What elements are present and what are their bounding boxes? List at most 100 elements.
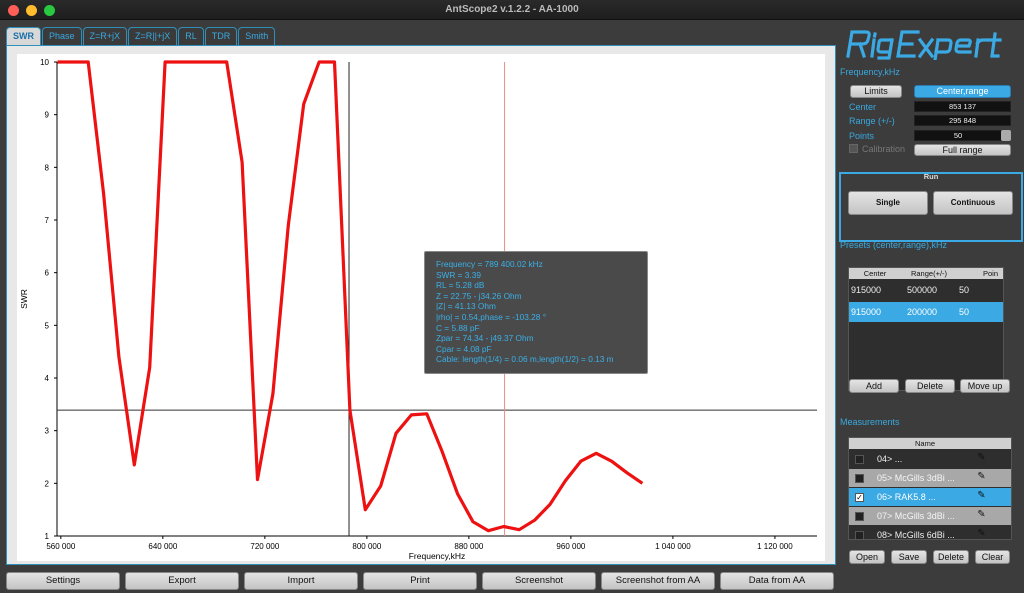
y-tick-label: 8 [45, 163, 50, 172]
measurement-row[interactable]: 04> ... ✎ [849, 450, 1011, 468]
x-tick-label: 720 000 [250, 542, 279, 551]
chart-tabs: SWR Phase Z=R+jX Z=R||+jX RL TDR Smith [6, 27, 276, 45]
export-button[interactable]: Export [125, 572, 239, 590]
delete-preset-button[interactable]: Delete [905, 379, 955, 393]
x-tick-label: 1 120 000 [757, 542, 793, 551]
y-tick-label: 4 [45, 374, 50, 383]
move-up-preset-button[interactable]: Move up [960, 379, 1010, 393]
measurement-name: 04> ... [877, 454, 903, 464]
center-label: Center [849, 102, 877, 112]
x-tick-label: 800 000 [352, 542, 381, 551]
x-tick-label: 1 040 000 [655, 542, 691, 551]
measurement-checkbox[interactable]: ✓ [855, 493, 864, 502]
tab-z-r-jx[interactable]: Z=R||+jX [128, 27, 178, 45]
y-tick-label: 2 [45, 479, 50, 488]
continuous-run-button[interactable]: Continuous [933, 191, 1013, 215]
preset-cell: 915000 [851, 307, 882, 317]
x-tick-label: 560 000 [46, 542, 75, 551]
tooltip-line: RL = 5.28 dB [436, 280, 485, 291]
plot-frame: 1 2 3 4 5 6 7 8 9 10 560 000 640 000 720 000 800 000 8… [6, 45, 836, 565]
edit-pencil-icon[interactable]: ✎ [975, 452, 988, 466]
edit-pencil-icon[interactable]: ✎ [975, 490, 988, 504]
tab-phase[interactable]: Phase [42, 27, 82, 45]
settings-button[interactable]: Settings [6, 572, 120, 590]
full-range-button[interactable]: Full range [914, 144, 1011, 156]
measurement-name: 05> McGills 3dBi ... [877, 473, 955, 483]
open-measurement-button[interactable]: Open [849, 550, 885, 564]
measurement-checkbox[interactable] [855, 512, 864, 521]
right-panel: Frequency,kHz Limits Center,range Center… [838, 20, 1024, 570]
x-tick-label: 960 000 [556, 542, 585, 551]
limits-button[interactable]: Limits [850, 85, 902, 98]
tab-z-r-jx[interactable]: Z=R+jX [82, 27, 128, 45]
measurement-row[interactable]: 08> McGills 6dBi ... ✎ [849, 526, 1011, 540]
x-tick-label: 640 000 [148, 542, 177, 551]
preset-cell: 50 [959, 307, 970, 317]
edit-pencil-icon[interactable]: ✎ [975, 528, 988, 539]
screenshot-button[interactable]: Screenshot [482, 572, 596, 590]
preset-cell: 50 [959, 285, 970, 295]
points-stepper[interactable] [1001, 130, 1011, 141]
tooltip-line: |rho| = 0.54,phase = -103.28 ° [436, 311, 547, 322]
preset-cell: 915000 [851, 285, 882, 295]
delete-measurement-button[interactable]: Delete [933, 550, 969, 564]
measurement-checkbox[interactable] [855, 455, 864, 464]
measurement-tooltip: Frequency = 789 400.02 kHz SWR = 3.39 RL =… [424, 251, 648, 374]
y-axis-label: SWR [19, 289, 29, 309]
presets-section-title: Presets (center,range),kHz [840, 240, 948, 250]
edit-pencil-icon[interactable]: ✎ [975, 509, 988, 523]
range-field[interactable]: 295 848 [914, 115, 1011, 126]
measurement-name: 08> McGills 6dBi ... [877, 530, 955, 540]
tab-rl[interactable]: RL [178, 27, 204, 45]
import-button[interactable]: Import [244, 572, 358, 590]
measurement-checkbox[interactable] [855, 474, 864, 483]
y-tick-label: 5 [45, 321, 50, 330]
measurement-name: 06> RAK5.8 ... [877, 492, 936, 502]
measurement-row[interactable]: ✓ 06> RAK5.8 ... ✎ [849, 488, 1011, 506]
clear-measurements-button[interactable]: Clear [975, 550, 1010, 564]
tooltip-line: Frequency = 789 400.02 kHz [436, 259, 543, 269]
print-button[interactable]: Print [363, 572, 477, 590]
calibration-label: Calibration [862, 144, 906, 154]
rigexpert-logo [846, 30, 1002, 60]
edit-pencil-icon[interactable]: ✎ [975, 471, 988, 485]
tooltip-line: Cable: length(1/4) = 0.06 m,length(1/2) … [436, 354, 614, 365]
calibration-checkbox[interactable] [849, 144, 858, 153]
tooltip-line: SWR = 3.39 [436, 269, 481, 280]
measurement-row[interactable]: 05> McGills 3dBi ... ✎ [849, 469, 1011, 487]
tab-smith[interactable]: Smith [238, 27, 276, 45]
data-from-aa-button[interactable]: Data from AA [720, 572, 834, 590]
center-range-button[interactable]: Center,range [914, 85, 1011, 98]
window-title: AntScope2 v.1.2.2 - AA-1000 [445, 4, 579, 15]
preset-cell: 500000 [907, 285, 938, 295]
measurements-header-name: Name [914, 439, 935, 448]
range-label: Range (+/-) [849, 116, 895, 126]
preset-row[interactable]: 915000 500000 50 [849, 280, 1003, 300]
x-tick-label: 880 000 [454, 542, 483, 551]
swr-chart-svg: 1 2 3 4 5 6 7 8 9 10 560 000 640 000 720 000 800 000 8… [19, 58, 817, 561]
run-title: Run [923, 172, 939, 181]
screenshot-from-aa-button[interactable]: Screenshot from AA [601, 572, 715, 590]
tab-tdr[interactable]: TDR [204, 27, 238, 45]
preset-row[interactable]: 915000 200000 50 [849, 302, 1003, 322]
tab-swr[interactable]: SWR [6, 27, 41, 45]
center-field[interactable]: 853 137 [914, 101, 1011, 112]
single-run-button[interactable]: Single [848, 191, 928, 215]
tooltip-line: Z = 22.75 - j34.26 Ohm [436, 290, 522, 301]
measurement-checkbox[interactable] [855, 531, 864, 539]
measurements-table[interactable]: Name 04> ... ✎ 05> McGills 3dBi ... ✎ ✓ 06> R… [848, 437, 1012, 540]
y-tick-label: 9 [45, 111, 50, 120]
points-field[interactable]: 50 [914, 130, 1002, 141]
tooltip-line: Cpar = 4.08 pF [436, 343, 492, 354]
frequency-section-title: Frequency,kHz [840, 67, 900, 77]
x-axis-label: Frequency,kHz [409, 551, 466, 561]
presets-header-points: Poin [983, 269, 999, 278]
add-preset-button[interactable]: Add [849, 379, 899, 393]
swr-chart[interactable]: 1 2 3 4 5 6 7 8 9 10 560 000 640 000 720 000 800 000 8… [17, 54, 825, 561]
measurement-row[interactable]: 07> McGills 3dBi ... ✎ [849, 507, 1011, 525]
save-measurement-button[interactable]: Save [891, 550, 927, 564]
points-label: Points [849, 131, 875, 141]
measurements-section-title: Measurements [840, 417, 900, 427]
y-tick-label: 1 [45, 532, 50, 541]
presets-table[interactable]: Center Range(+/-) Poin 915000 500000 50 915… [848, 267, 1004, 391]
